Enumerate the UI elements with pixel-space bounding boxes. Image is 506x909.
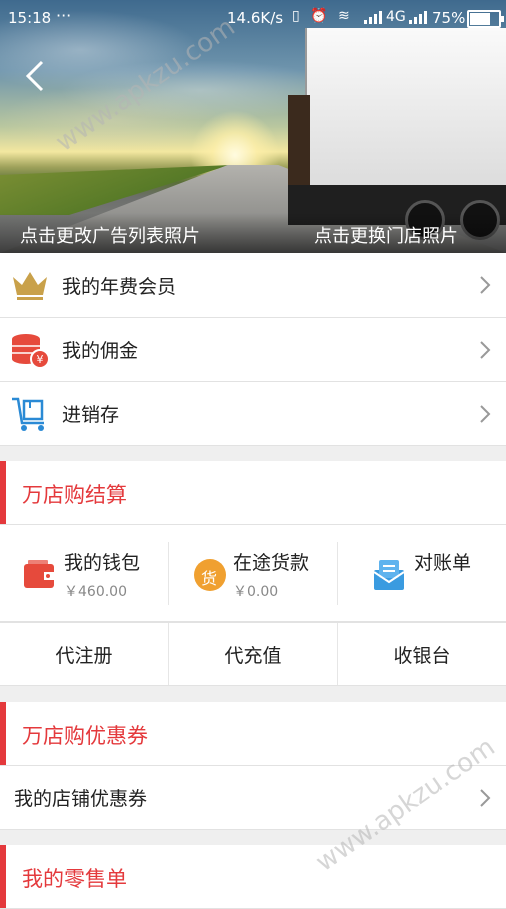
menu-item-commission[interactable]: ¥ 我的佣金 bbox=[0, 318, 506, 382]
settlement-actions: 代注册 代充值 收银台 bbox=[0, 622, 506, 686]
change-store-photo-link[interactable]: 点击更换门店照片 bbox=[314, 222, 458, 248]
recharge-button[interactable]: 代充值 bbox=[169, 623, 338, 685]
my-store-coupons-item[interactable]: 我的店铺优惠券 bbox=[0, 766, 506, 830]
retail-header: 我的零售单 bbox=[0, 845, 506, 909]
change-ad-photos-link[interactable]: 点击更改广告列表照片 bbox=[20, 222, 200, 248]
vibrate-alarm-wifi-icons: ▯ ⏰ ≋ bbox=[292, 8, 353, 24]
coupon-item-label: 我的店铺优惠券 bbox=[14, 788, 148, 810]
section-accent bbox=[0, 461, 6, 524]
clock: 15:18 bbox=[8, 9, 52, 27]
wallet-cell[interactable]: 我的钱包 ￥460.00 bbox=[0, 542, 169, 605]
menu-label: 我的年费会员 bbox=[62, 275, 177, 298]
chevron-right-icon bbox=[480, 276, 491, 294]
transit-label: 在途货款 bbox=[233, 552, 310, 574]
store-banner[interactable]: 点击更改广告列表照片 点击更换门店照片 15:18 ··· 14.6K/s ▯ … bbox=[0, 0, 506, 253]
wallet-icon bbox=[24, 560, 54, 588]
wallet-amount: ￥460.00 bbox=[64, 584, 127, 600]
crown-icon bbox=[10, 265, 50, 305]
statement-label: 对账单 bbox=[414, 552, 472, 574]
section-accent bbox=[0, 845, 6, 908]
section-accent bbox=[0, 702, 6, 765]
menu-item-inventory[interactable]: 进销存 bbox=[0, 382, 506, 446]
chevron-right-icon bbox=[480, 788, 491, 807]
chevron-right-icon bbox=[480, 340, 491, 359]
more-notifications-icon: ··· bbox=[56, 6, 72, 25]
cashier-button[interactable]: 收银台 bbox=[338, 623, 506, 685]
statement-icon bbox=[373, 560, 405, 590]
section-title: 万店购结算 bbox=[22, 483, 127, 507]
coins-icon: ¥ bbox=[10, 330, 50, 370]
svg-text:¥: ¥ bbox=[37, 353, 44, 366]
cart-icon bbox=[10, 394, 50, 434]
status-bar: 15:18 ··· 14.6K/s ▯ ⏰ ≋ 4G 75% bbox=[0, 0, 506, 34]
section-title: 万店购优惠券 bbox=[22, 724, 148, 748]
network-type: 4G bbox=[386, 9, 406, 25]
goods-badge-text: 货 bbox=[201, 569, 218, 588]
battery-icon bbox=[467, 10, 504, 28]
transit-amount: ￥0.00 bbox=[233, 584, 279, 600]
back-arrow-icon[interactable] bbox=[22, 58, 52, 94]
truck-trailer bbox=[305, 28, 506, 188]
settlement-summary: 我的钱包 ￥460.00 货 在途货款 ￥0.00 对账单 bbox=[0, 525, 506, 622]
truck-cab bbox=[288, 95, 310, 195]
statement-cell[interactable]: 对账单 bbox=[338, 542, 506, 605]
network-speed: 14.6K/s bbox=[227, 9, 284, 27]
section-title: 我的零售单 bbox=[22, 867, 127, 891]
menu-label: 我的佣金 bbox=[62, 340, 139, 362]
wallet-label: 我的钱包 bbox=[64, 552, 141, 574]
menu-item-annual-member[interactable]: 我的年费会员 bbox=[0, 253, 506, 318]
battery-percent: 75% bbox=[432, 9, 466, 27]
transit-cell[interactable]: 货 在途货款 ￥0.00 bbox=[169, 542, 338, 605]
menu-label: 进销存 bbox=[62, 404, 120, 426]
chevron-right-icon bbox=[480, 404, 491, 423]
signal-icon bbox=[409, 11, 427, 24]
coupon-header: 万店购优惠券 bbox=[0, 702, 506, 766]
signal-icon bbox=[364, 11, 382, 24]
settlement-header: 万店购结算 bbox=[0, 461, 506, 525]
register-button[interactable]: 代注册 bbox=[0, 623, 169, 685]
